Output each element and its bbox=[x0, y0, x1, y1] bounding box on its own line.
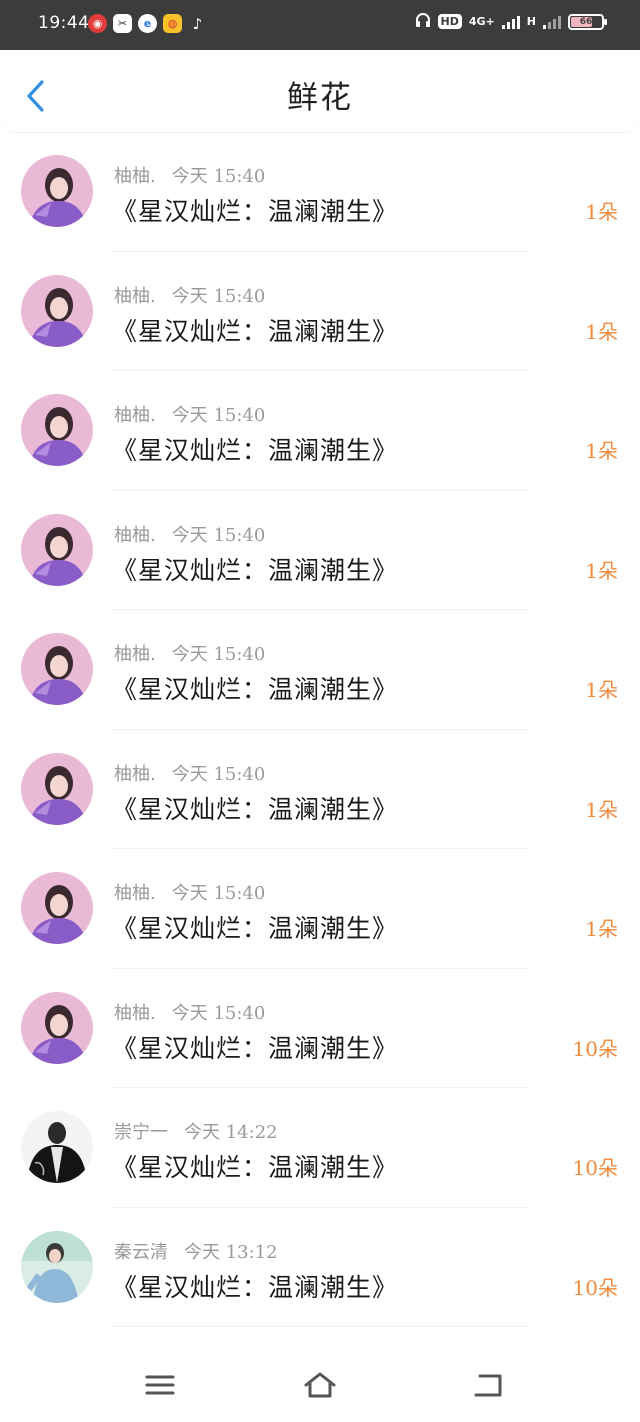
item-meta: 秦云清 今天 13:12 bbox=[114, 1238, 278, 1264]
flower-amount: 10朵 bbox=[572, 1156, 618, 1180]
list-item[interactable]: 柚柚. 今天 15:40 《星汉灿烂：温澜潮生》 1朵 bbox=[0, 849, 640, 969]
avatar[interactable] bbox=[21, 1230, 93, 1303]
book-title: 《星汉灿烂：温澜潮生》 bbox=[112, 316, 399, 346]
list-item[interactable]: 柚柚. 今天 15:40 《星汉灿烂：温澜潮生》 1朵 bbox=[0, 371, 640, 491]
flower-amount: 1朵 bbox=[585, 558, 618, 583]
list-item[interactable]: 柚柚. 今天 15:40 《星汉灿烂：温澜潮生》 1朵 bbox=[0, 132, 640, 252]
sent-time: 今天 15:40 bbox=[171, 883, 266, 904]
item-meta: 柚柚. 今天 15:40 bbox=[114, 879, 265, 905]
sent-time: 今天 15:40 bbox=[171, 763, 266, 785]
home-button[interactable] bbox=[302, 1370, 338, 1400]
list-item[interactable]: 崇宁一 今天 14:22 《星汉灿烂：温澜潮生》 10朵 bbox=[0, 1088, 640, 1208]
sender-name: 柚柚. bbox=[114, 763, 156, 785]
header: 鲜花 bbox=[0, 50, 640, 133]
flower-amount: 1朵 bbox=[585, 200, 618, 224]
item-meta: 柚柚. 今天 15:40 bbox=[114, 760, 265, 786]
item-meta: 柚柚. 今天 15:40 bbox=[114, 282, 265, 308]
page-title: 鲜花 bbox=[287, 80, 353, 116]
avatar[interactable] bbox=[21, 274, 93, 347]
network2-label: H bbox=[526, 15, 536, 28]
book-title: 《星汉灿烂：温澜潮生》 bbox=[112, 1272, 399, 1302]
weibo-icon: ◍ bbox=[163, 14, 182, 33]
status-right: HD 4G+ H 66 bbox=[415, 12, 607, 31]
item-meta: 柚柚. 今天 15:40 bbox=[114, 999, 265, 1025]
sender-name: 柚柚. bbox=[114, 644, 156, 665]
sender-name: 柚柚. bbox=[114, 405, 156, 426]
sent-time: 今天 15:40 bbox=[171, 285, 266, 307]
avatar[interactable] bbox=[21, 752, 93, 825]
list-item[interactable]: 秦云清 今天 13:12 《星汉灿烂：温澜潮生》 10朵 bbox=[0, 1208, 640, 1327]
sender-name: 柚柚. bbox=[114, 524, 156, 546]
avatar[interactable] bbox=[21, 1111, 93, 1183]
flower-amount: 1朵 bbox=[585, 439, 618, 463]
flower-amount: 1朵 bbox=[585, 678, 618, 702]
sent-time: 今天 15:40 bbox=[171, 405, 266, 426]
sent-time: 今天 13:12 bbox=[184, 1241, 278, 1263]
scissors-app-icon: ✂ bbox=[113, 14, 132, 33]
sent-time: 今天 14:22 bbox=[184, 1122, 278, 1143]
book-title: 《星汉灿烂：温澜潮生》 bbox=[112, 914, 399, 943]
signal2-icon bbox=[543, 15, 561, 29]
menu-icon bbox=[145, 1375, 175, 1395]
list-item[interactable]: 柚柚. 今天 15:40 《星汉灿烂：温澜潮生》 1朵 bbox=[0, 610, 640, 730]
sender-name: 柚柚. bbox=[114, 883, 156, 904]
item-meta: 崇宁一 今天 14:22 bbox=[114, 1118, 278, 1144]
avatar[interactable] bbox=[21, 633, 93, 705]
flower-amount: 1朵 bbox=[585, 797, 618, 822]
item-meta: 柚柚. 今天 15:40 bbox=[114, 521, 265, 547]
menu-button[interactable] bbox=[142, 1370, 178, 1400]
battery-icon: 66 bbox=[568, 13, 607, 30]
book-title: 《星汉灿烂：温澜潮生》 bbox=[112, 436, 399, 465]
book-title: 《星汉灿烂：温澜潮生》 bbox=[112, 555, 399, 585]
sender-name: 柚柚. bbox=[114, 1002, 156, 1024]
book-title: 《星汉灿烂：温澜潮生》 bbox=[112, 197, 399, 226]
list-item[interactable]: 柚柚. 今天 15:40 《星汉灿烂：温澜潮生》 10朵 bbox=[0, 969, 640, 1088]
avatar[interactable] bbox=[21, 394, 93, 466]
item-meta: 柚柚. 今天 15:40 bbox=[114, 162, 265, 188]
network-label: 4G+ bbox=[468, 15, 495, 28]
tiktok-icon: ♪ bbox=[192, 14, 203, 33]
flower-amount: 1朵 bbox=[585, 319, 618, 344]
signal-icon bbox=[501, 15, 520, 29]
battery-percent: 66 bbox=[579, 16, 593, 27]
status-bar: 19:44 ◉ ✂ e ◍ ♪ HD 4G+ H 66 bbox=[0, 0, 640, 50]
system-nav-bar bbox=[0, 1356, 640, 1422]
browser-icon: e bbox=[138, 14, 157, 33]
avatar[interactable] bbox=[21, 991, 93, 1064]
netease-music-icon: ◉ bbox=[88, 14, 107, 33]
avatar[interactable] bbox=[21, 513, 93, 586]
flower-amount: 10朵 bbox=[572, 1036, 618, 1061]
back-nav-button[interactable] bbox=[470, 1370, 506, 1400]
flower-amount: 10朵 bbox=[572, 1275, 618, 1300]
item-meta: 柚柚. 今天 15:40 bbox=[114, 401, 265, 427]
divider bbox=[112, 1326, 530, 1327]
status-time: 19:44 bbox=[38, 13, 90, 33]
back-icon bbox=[474, 1374, 502, 1397]
book-title: 《星汉灿烂：温澜潮生》 bbox=[112, 794, 399, 824]
book-title: 《星汉灿烂：温澜潮生》 bbox=[112, 1033, 399, 1063]
headphones-icon bbox=[415, 12, 431, 31]
item-meta: 柚柚. 今天 15:40 bbox=[114, 640, 265, 666]
book-title: 《星汉灿烂：温澜潮生》 bbox=[112, 1153, 399, 1182]
sent-time: 今天 15:40 bbox=[171, 524, 266, 546]
list-item[interactable]: 柚柚. 今天 15:40 《星汉灿烂：温澜潮生》 1朵 bbox=[0, 730, 640, 849]
flower-amount: 1朵 bbox=[585, 917, 618, 941]
avatar[interactable] bbox=[21, 872, 93, 944]
book-title: 《星汉灿烂：温澜潮生》 bbox=[112, 675, 399, 704]
sender-name: 秦云清 bbox=[114, 1241, 168, 1263]
hd-badge: HD bbox=[437, 14, 462, 29]
home-icon bbox=[304, 1372, 336, 1398]
list-item[interactable]: 柚柚. 今天 15:40 《星汉灿烂：温澜潮生》 1朵 bbox=[0, 252, 640, 371]
sender-name: 柚柚. bbox=[114, 166, 156, 187]
sent-time: 今天 15:40 bbox=[171, 166, 266, 187]
sender-name: 柚柚. bbox=[114, 285, 156, 307]
flower-list: 柚柚. 今天 15:40 《星汉灿烂：温澜潮生》 1朵 柚柚. 今天 15:40 《… bbox=[0, 132, 640, 1327]
avatar[interactable] bbox=[21, 155, 93, 227]
list-item[interactable]: 柚柚. 今天 15:40 《星汉灿烂：温澜潮生》 1朵 bbox=[0, 491, 640, 610]
sender-name: 崇宁一 bbox=[114, 1122, 168, 1143]
status-app-icons: ◉ ✂ e ◍ ♪ bbox=[88, 14, 207, 33]
sent-time: 今天 15:40 bbox=[171, 1002, 266, 1024]
sent-time: 今天 15:40 bbox=[171, 644, 266, 665]
